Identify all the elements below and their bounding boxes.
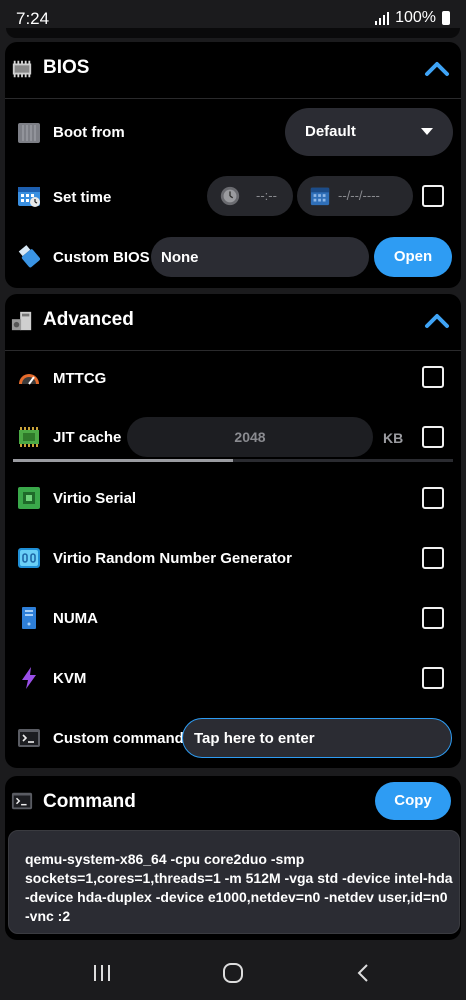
custom-command-placeholder: Tap here to enter xyxy=(194,730,315,747)
copy-button[interactable]: Copy xyxy=(375,782,451,820)
drive-icon xyxy=(18,123,40,143)
open-button[interactable]: Open xyxy=(374,237,452,277)
custom-bios-value: None xyxy=(161,249,199,266)
memory-chip-icon xyxy=(19,427,39,447)
custom-command-input[interactable]: Tap here to enter xyxy=(182,718,452,758)
date-field[interactable]: --/--/---- xyxy=(297,176,413,216)
usb-stick-icon xyxy=(18,245,40,268)
kvm-checkbox[interactable] xyxy=(422,667,444,689)
bios-title: BIOS xyxy=(43,57,90,78)
speedometer-icon xyxy=(19,374,39,385)
jit-cache-field[interactable]: 2048 xyxy=(127,417,373,457)
jit-cache-value: 2048 xyxy=(234,429,266,445)
custom-bios-field[interactable]: None xyxy=(151,237,369,277)
status-time: 7:24 xyxy=(16,9,50,28)
previous-card-edge xyxy=(6,28,460,38)
advanced-title: Advanced xyxy=(43,309,134,330)
virtio-serial-label: Virtio Serial xyxy=(53,490,137,507)
dropdown-arrow-icon xyxy=(421,128,433,135)
date-value: --/--/---- xyxy=(338,188,380,203)
signal-icon xyxy=(375,11,390,25)
boot-from-dropdown[interactable]: Default xyxy=(285,108,453,156)
navigation-bar xyxy=(0,944,466,1000)
bios-header[interactable]: BIOS xyxy=(5,42,461,98)
serial-chip-icon xyxy=(18,487,40,509)
jit-cache-slider-track[interactable] xyxy=(13,459,453,462)
numa-checkbox[interactable] xyxy=(422,607,444,629)
clock-icon xyxy=(220,186,240,206)
virtio-rng-label: Virtio Random Number Generator xyxy=(53,550,292,567)
mttcg-label: MTTCG xyxy=(53,370,107,387)
computer-settings-icon xyxy=(11,311,32,331)
numa-label: NUMA xyxy=(53,610,98,627)
chip-icon xyxy=(12,60,32,78)
command-title: Command xyxy=(43,791,136,812)
chevron-up-icon[interactable] xyxy=(423,310,451,332)
terminal-icon xyxy=(11,792,33,810)
time-value: --:-- xyxy=(256,188,277,203)
kvm-label: KVM xyxy=(53,670,87,687)
bios-card: BIOS Boot from Default Set time --:-- --… xyxy=(5,42,461,288)
calendar-icon xyxy=(18,187,40,207)
recent-apps-icon[interactable] xyxy=(92,963,112,983)
lightning-icon xyxy=(22,667,36,689)
jit-cache-checkbox[interactable] xyxy=(422,426,444,448)
date-icon xyxy=(310,187,330,206)
command-output: qemu-system-x86_64 -cpu core2duo -smp so… xyxy=(8,830,460,934)
custom-command-label: Custom command xyxy=(53,730,184,747)
server-icon xyxy=(22,607,36,629)
mttcg-checkbox[interactable] xyxy=(422,366,444,388)
battery-icon xyxy=(442,11,450,25)
time-field[interactable]: --:-- xyxy=(207,176,293,216)
battery-percent: 100% xyxy=(395,9,436,26)
copy-button-label: Copy xyxy=(394,792,432,809)
back-icon[interactable] xyxy=(354,963,374,983)
binary-icon xyxy=(18,548,40,568)
command-text: qemu-system-x86_64 -cpu core2duo -smp so… xyxy=(25,851,453,924)
terminal-icon xyxy=(18,729,40,747)
advanced-header[interactable]: Advanced xyxy=(5,294,461,350)
boot-from-value: Default xyxy=(305,123,356,140)
virtio-serial-checkbox[interactable] xyxy=(422,487,444,509)
virtio-rng-checkbox[interactable] xyxy=(422,547,444,569)
custom-bios-label: Custom BIOS xyxy=(53,249,150,266)
jit-cache-slider-fill xyxy=(13,459,233,462)
set-time-label: Set time xyxy=(53,189,112,206)
advanced-card: Advanced MTTCG JIT cache 2048 KB Virtio … xyxy=(5,294,461,768)
bios-divider xyxy=(5,98,461,99)
boot-from-label: Boot from xyxy=(53,124,125,141)
home-icon[interactable] xyxy=(222,962,244,984)
set-time-checkbox[interactable] xyxy=(422,185,444,207)
open-button-label: Open xyxy=(393,248,433,265)
advanced-divider xyxy=(5,350,461,351)
status-right: 100% xyxy=(375,9,450,27)
jit-cache-label: JIT cache xyxy=(53,429,122,446)
jit-cache-unit: KB xyxy=(383,430,404,446)
chevron-up-icon[interactable] xyxy=(423,58,451,80)
